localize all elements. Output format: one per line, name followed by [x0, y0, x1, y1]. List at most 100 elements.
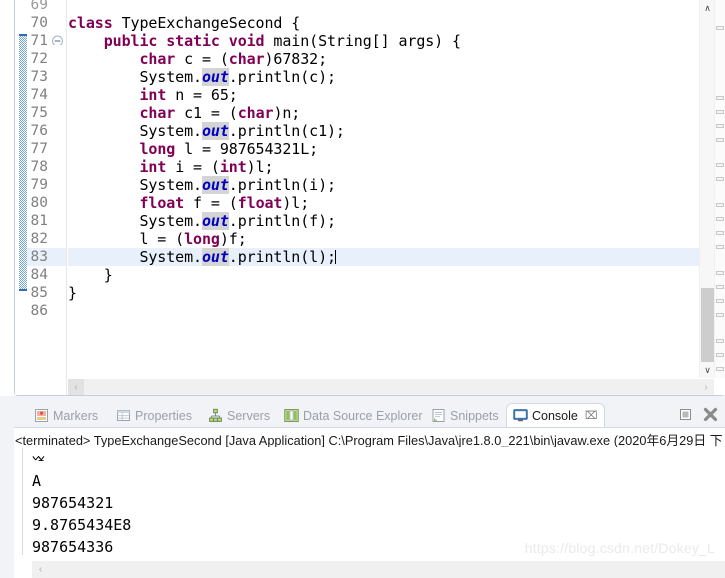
- code-line[interactable]: class TypeExchangeSecond {: [68, 14, 300, 32]
- line-number: 76: [30, 123, 48, 139]
- code-token: f = (: [193, 194, 238, 212]
- code-line[interactable]: System.out.println(c1);: [68, 122, 345, 140]
- field-token: out: [201, 248, 229, 266]
- code-line[interactable]: }: [68, 266, 113, 284]
- scroll-up-arrow-icon[interactable]: ∧: [700, 0, 715, 16]
- overview-ruler-mark[interactable]: [716, 110, 724, 114]
- tab-snippets[interactable]: Snippets: [425, 404, 505, 427]
- editor-gutter[interactable]: 69 70 71 72 73 74 75 76 77 78 79 80 81 82 83 84 85 86: [15, 0, 67, 395]
- vertical-scrollbar-thumb[interactable]: [701, 288, 714, 362]
- code-line[interactable]: System.out.println(i);: [68, 176, 336, 194]
- overview-ruler-mark[interactable]: [716, 313, 724, 317]
- field-token: out: [201, 122, 229, 140]
- code-line[interactable]: l = (long)f;: [68, 230, 246, 248]
- editor-vertical-scrollbar[interactable]: ∧ ∨: [699, 0, 714, 378]
- line-number: 80: [30, 195, 48, 211]
- close-view-button[interactable]: [701, 406, 719, 423]
- overview-ruler-mark[interactable]: [716, 124, 724, 128]
- code-token: n = 65;: [175, 86, 238, 104]
- overview-ruler-mark[interactable]: [716, 367, 724, 371]
- minimize-icon: [679, 409, 691, 420]
- code-line[interactable]: System.out.println(l);: [68, 248, 336, 266]
- console-output-line: 987654321: [32, 494, 114, 512]
- overview-ruler-mark[interactable]: [716, 26, 724, 30]
- line-number: 70: [30, 15, 48, 31]
- overview-ruler-mark[interactable]: [716, 96, 724, 100]
- keyword-token: char: [139, 50, 185, 68]
- field-token: out: [201, 176, 229, 194]
- code-line[interactable]: int i = (int)l;: [68, 158, 273, 176]
- overview-ruler-mark[interactable]: [716, 285, 724, 289]
- code-token: c = (: [184, 50, 229, 68]
- data-source-explorer-icon: [284, 408, 299, 423]
- tab-label: Data Source Explorer: [303, 408, 423, 423]
- overview-ruler-mark[interactable]: [716, 217, 724, 221]
- overview-ruler-mark[interactable]: [716, 231, 724, 235]
- code-text-area[interactable]: class TypeExchangeSecond { public static…: [68, 0, 699, 395]
- tab-data-source-explorer[interactable]: Data Source Explorer: [278, 404, 429, 427]
- code-token: System.: [68, 212, 202, 230]
- scroll-down-arrow-icon[interactable]: ∨: [700, 362, 715, 378]
- scroll-left-arrow-icon[interactable]: ‹: [68, 379, 84, 395]
- code-line[interactable]: long l = 987654321L;: [68, 140, 318, 158]
- overview-ruler[interactable]: [714, 0, 725, 378]
- tab-servers[interactable]: Servers: [202, 404, 276, 427]
- overview-ruler-mark[interactable]: [716, 339, 724, 343]
- editor-horizontal-scrollbar[interactable]: ‹ ›: [68, 379, 714, 395]
- console-left-divider: [22, 448, 23, 555]
- overview-ruler-mark[interactable]: [716, 245, 724, 249]
- overview-ruler-mark[interactable]: [716, 163, 724, 167]
- field-token: out: [201, 68, 229, 86]
- keyword-token: public static void: [103, 32, 274, 50]
- eclipse-window: 69 70 71 72 73 74 75 76 77 78 79 80 81 82 83 84 85 86 cla…: [0, 0, 725, 578]
- keyword-token: int: [219, 158, 247, 176]
- line-number: 73: [30, 69, 48, 85]
- tab-properties[interactable]: Properties: [110, 404, 198, 427]
- keyword-token: class: [68, 14, 122, 32]
- line-number: 71: [30, 33, 48, 49]
- tab-label: Snippets: [450, 408, 499, 423]
- keyword-token: long: [139, 140, 185, 158]
- line-number: 79: [30, 177, 48, 193]
- console-scroll-left-arrow-icon[interactable]: ‹: [32, 561, 49, 578]
- fold-collapse-icon[interactable]: [51, 32, 64, 45]
- scroll-right-arrow-icon[interactable]: ›: [698, 379, 714, 395]
- code-line[interactable]: System.out.println(c);: [68, 68, 336, 86]
- code-line[interactable]: System.out.println(f);: [68, 212, 336, 230]
- code-line[interactable]: public static void main(String[] args) {: [68, 32, 461, 50]
- overview-ruler-mark[interactable]: [716, 271, 724, 275]
- keyword-token: char: [228, 50, 265, 68]
- minimize-button[interactable]: [676, 406, 694, 423]
- code-token: l = (: [68, 230, 185, 248]
- editor-viewport[interactable]: 69 70 71 72 73 74 75 76 77 78 79 80 81 82 83 84 85 86 cla…: [15, 0, 725, 395]
- overview-ruler-mark[interactable]: [716, 203, 724, 207]
- properties-icon: [116, 408, 131, 423]
- code-token: c1 = (: [184, 104, 238, 122]
- code-line[interactable]: char c = (char)67832;: [68, 50, 327, 68]
- code-line[interactable]: }: [68, 284, 77, 302]
- overview-ruler-mark[interactable]: [716, 177, 724, 181]
- overview-ruler-mark[interactable]: [716, 353, 724, 357]
- code-line[interactable]: int n = 65;: [68, 86, 238, 104]
- console-icon: [513, 408, 528, 423]
- tab-close-icon[interactable]: ⌧: [585, 409, 598, 422]
- code-token: System.: [68, 68, 202, 86]
- code-token: .println(i);: [228, 176, 336, 194]
- snippets-icon: [431, 408, 446, 423]
- console-output-line: 𐠈: [32, 452, 45, 467]
- code-line[interactable]: float f = (float)l;: [68, 194, 309, 212]
- line-number: 85: [30, 285, 48, 301]
- code-line[interactable]: char c1 = (char)n;: [68, 104, 300, 122]
- console-horizontal-scrollbar[interactable]: ‹: [32, 561, 725, 578]
- overview-ruler-mark[interactable]: [716, 138, 724, 142]
- tab-console[interactable]: Console ⌧: [506, 403, 605, 427]
- code-token: System.: [68, 122, 202, 140]
- console-output-area[interactable]: <terminated> TypeExchangeSecond [Java Ap…: [14, 427, 725, 578]
- tab-markers[interactable]: Markers: [28, 404, 104, 427]
- overview-ruler-mark[interactable]: [716, 299, 724, 303]
- console-output-line: 987654336: [32, 538, 114, 556]
